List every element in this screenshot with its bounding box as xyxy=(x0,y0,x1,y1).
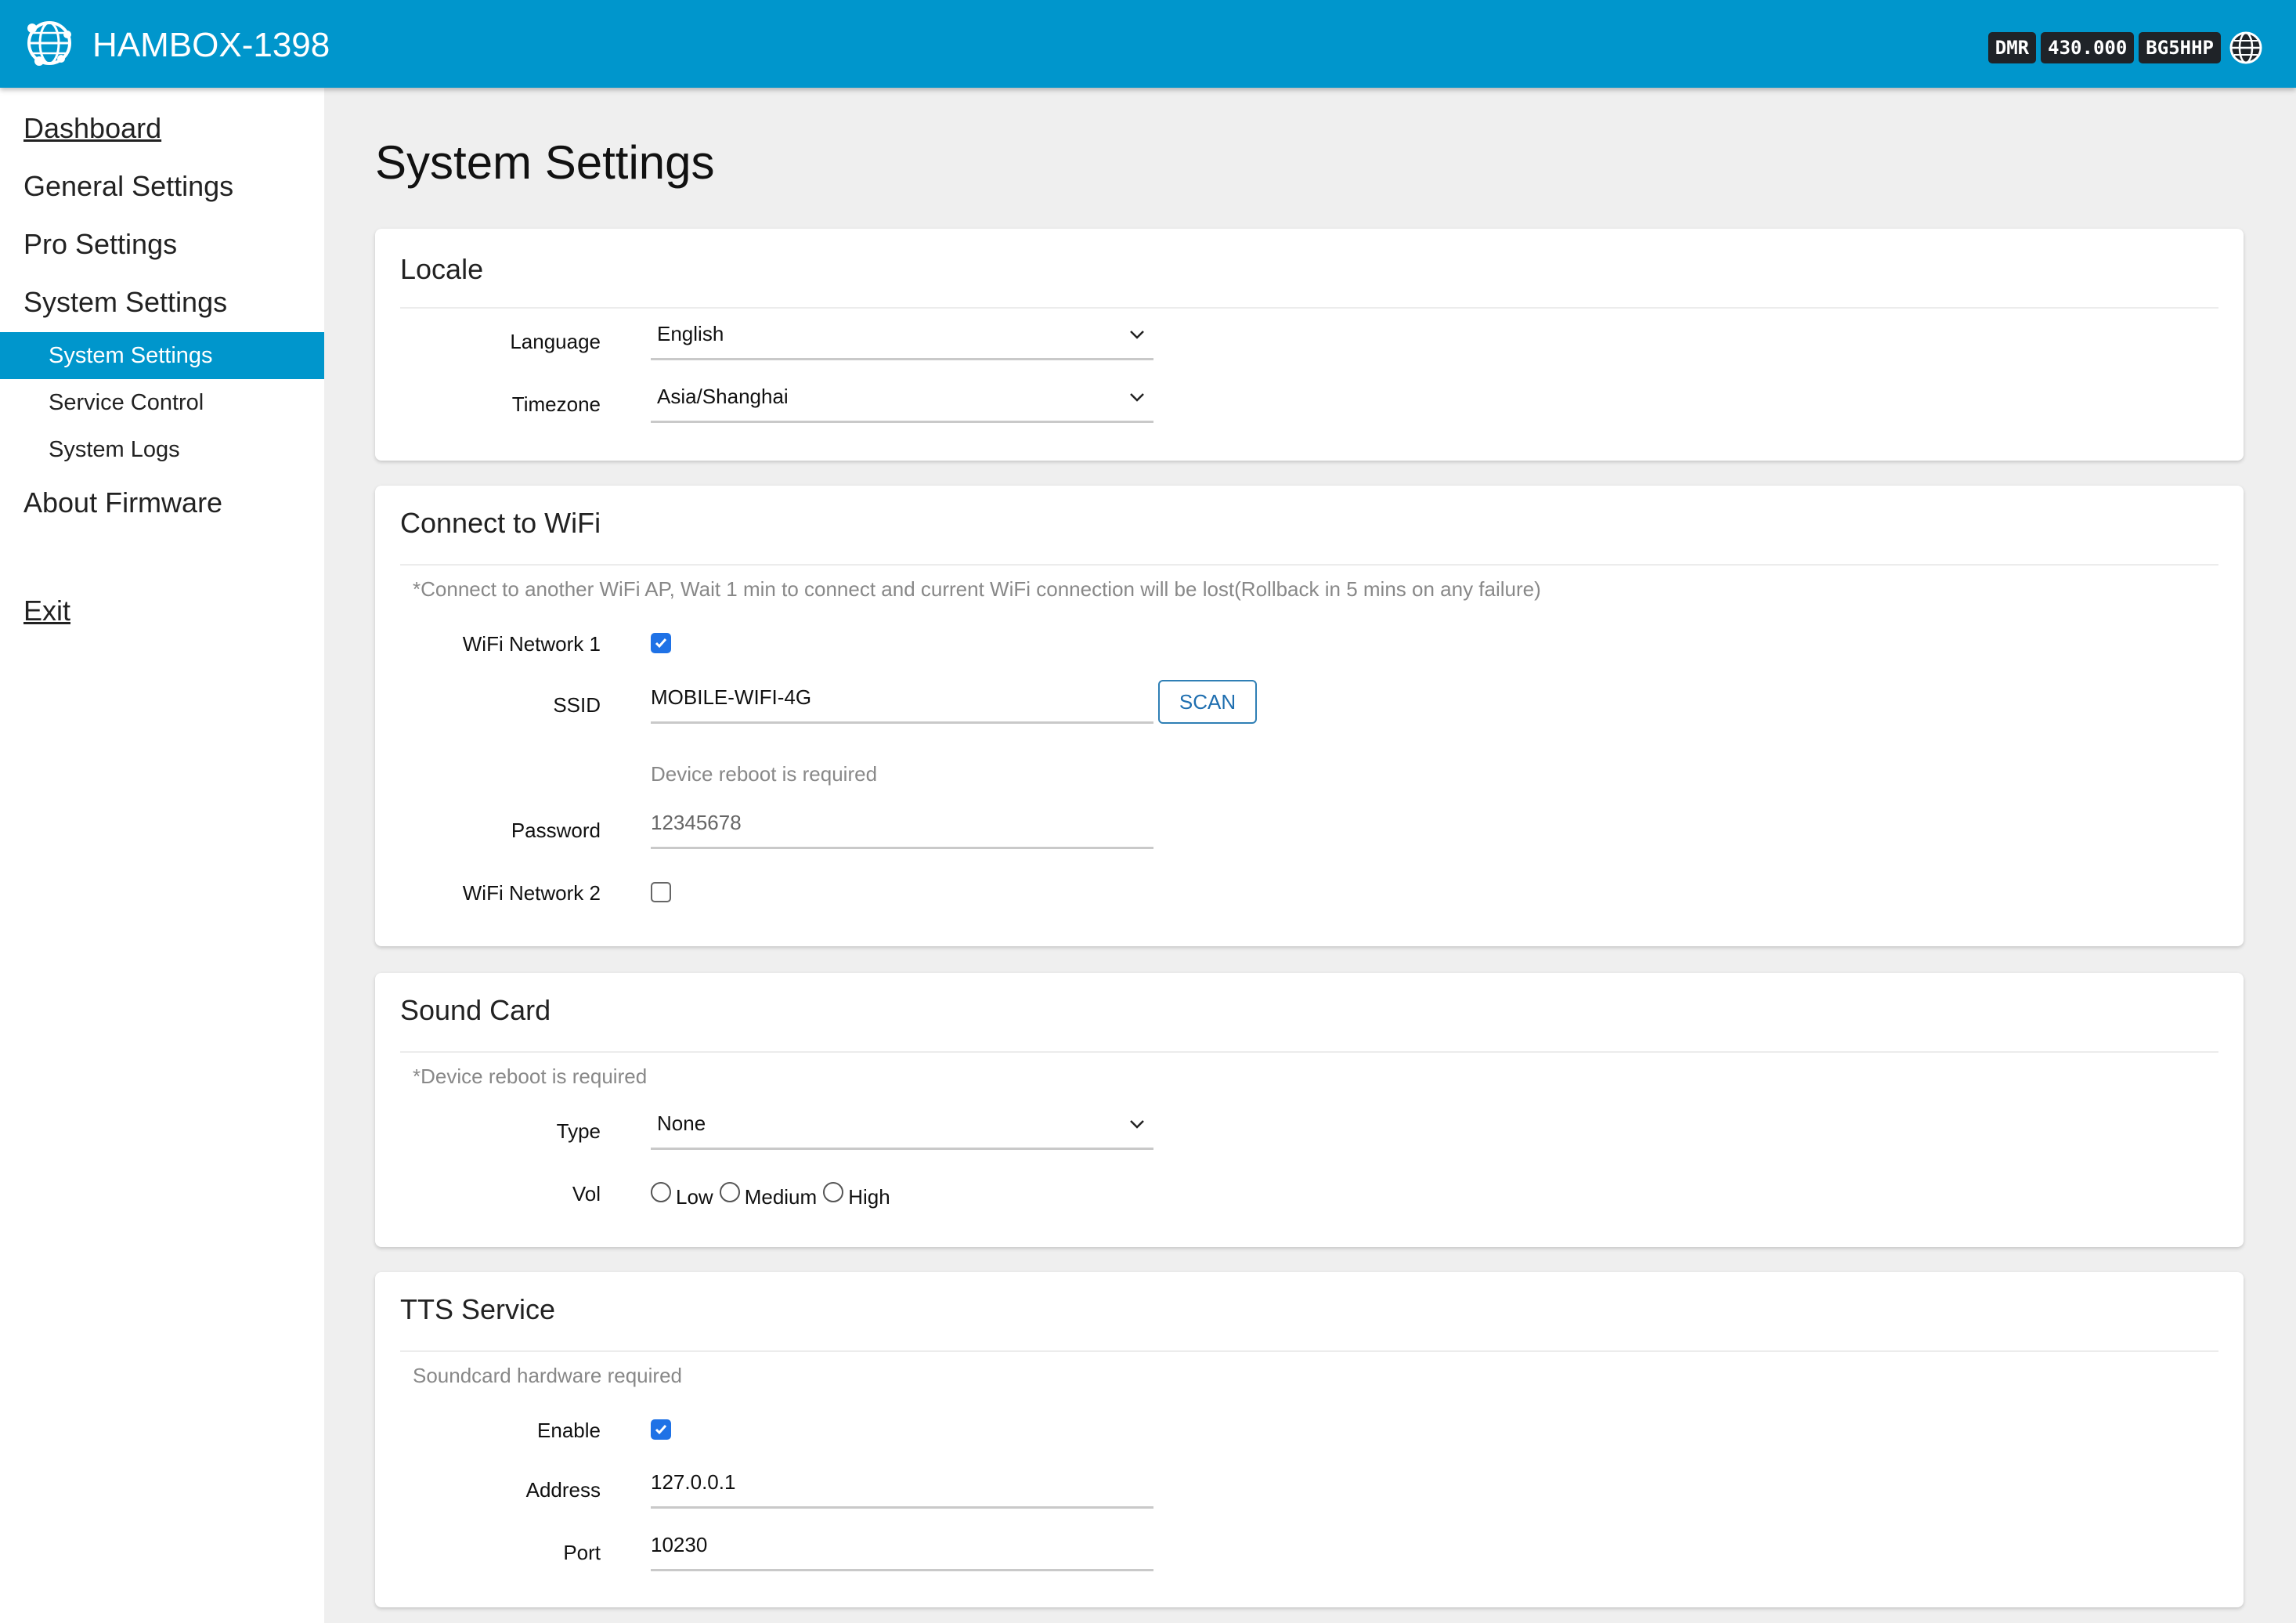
sidebar: Dashboard General Settings Pro Settings … xyxy=(0,88,324,1623)
wifi-network-1-label: WiFi Network 1 xyxy=(462,632,601,656)
chevron-down-icon xyxy=(1130,393,1144,402)
tts-card: TTS Service Soundcard hardware required … xyxy=(375,1272,2244,1607)
ssid-input[interactable]: MOBILE-WIFI-4G xyxy=(651,677,1153,724)
checkmark-icon xyxy=(655,1425,667,1435)
sidebar-item-exit[interactable]: Exit xyxy=(23,594,70,628)
port-label: Port xyxy=(563,1541,601,1564)
divider xyxy=(400,564,2218,566)
language-label: Language xyxy=(510,330,601,353)
top-header: HAMBOX-1398 DMR 430.000 BG5HHP xyxy=(0,0,2296,88)
divider xyxy=(400,1350,2218,1352)
wifi-network-1-checkbox[interactable] xyxy=(651,633,671,653)
vol-medium-label: Medium xyxy=(744,1184,818,1209)
mode-badge: DMR xyxy=(1987,32,2037,63)
type-label: Type xyxy=(556,1119,601,1143)
wifi-note: *Connect to another WiFi AP, Wait 1 min … xyxy=(413,577,1541,601)
wifi-network-2-checkbox[interactable] xyxy=(651,882,671,902)
divider xyxy=(400,1051,2218,1053)
port-value: 10230 xyxy=(651,1533,708,1556)
address-label: Address xyxy=(525,1478,601,1502)
chevron-down-icon xyxy=(1130,331,1144,339)
reboot-hint: Device reboot is required xyxy=(651,762,878,786)
vol-high-radio[interactable] xyxy=(823,1182,844,1202)
enable-label: Enable xyxy=(537,1419,601,1442)
password-label: Password xyxy=(511,819,601,842)
sound-card: Sound Card *Device reboot is required Ty… xyxy=(375,973,2244,1247)
password-value: 12345678 xyxy=(651,811,742,834)
card-title: Sound Card xyxy=(400,994,551,1026)
volume-radio-group: Low Medium High xyxy=(651,1178,897,1209)
chevron-down-icon xyxy=(1130,1120,1144,1129)
sidebar-item-about-firmware[interactable]: About Firmware xyxy=(23,486,222,520)
scan-button[interactable]: SCAN xyxy=(1158,680,1257,724)
page-title: System Settings xyxy=(375,136,715,189)
sidebar-subitem-system-settings[interactable]: System Settings xyxy=(0,332,324,379)
card-title: Locale xyxy=(400,253,484,285)
language-select[interactable]: English xyxy=(651,313,1153,360)
type-value: None xyxy=(657,1112,706,1135)
port-input[interactable]: 10230 xyxy=(651,1524,1153,1571)
checkmark-icon xyxy=(655,638,667,649)
timezone-value: Asia/Shanghai xyxy=(657,385,789,408)
globe-network-logo-icon xyxy=(27,21,71,66)
status-badges: DMR 430.000 BG5HHP xyxy=(1987,30,2263,66)
vol-medium-radio[interactable] xyxy=(719,1182,740,1202)
vol-low-label: Low xyxy=(676,1184,713,1209)
timezone-select[interactable]: Asia/Shanghai xyxy=(651,376,1153,423)
card-title: Connect to WiFi xyxy=(400,507,601,539)
ssid-value: MOBILE-WIFI-4G xyxy=(651,685,812,709)
sound-note: *Device reboot is required xyxy=(413,1065,648,1088)
tts-note: Soundcard hardware required xyxy=(413,1364,682,1387)
sidebar-subitem-service-control[interactable]: Service Control xyxy=(0,379,324,426)
wifi-network-2-label: WiFi Network 2 xyxy=(462,881,601,905)
password-input[interactable]: 12345678 xyxy=(651,802,1153,849)
ssid-label: SSID xyxy=(553,693,601,717)
wifi-card: Connect to WiFi *Connect to another WiFi… xyxy=(375,486,2244,946)
timezone-label: Timezone xyxy=(511,392,601,416)
address-value: 127.0.0.1 xyxy=(651,1470,736,1494)
vol-high-label: High xyxy=(848,1184,890,1209)
sidebar-subitem-system-logs[interactable]: System Logs xyxy=(0,426,324,473)
globe-icon xyxy=(2229,31,2262,64)
frequency-badge: 430.000 xyxy=(2041,32,2135,63)
language-value: English xyxy=(657,322,724,345)
vol-low-radio[interactable] xyxy=(651,1182,671,1202)
callsign-badge: BG5HHP xyxy=(2139,32,2221,63)
sidebar-item-dashboard[interactable]: Dashboard xyxy=(23,111,161,146)
sidebar-item-general-settings[interactable]: General Settings xyxy=(23,169,233,204)
sidebar-item-system-settings-group[interactable]: System Settings xyxy=(23,285,227,320)
card-title: TTS Service xyxy=(400,1293,556,1325)
app-title: HAMBOX-1398 xyxy=(92,26,330,64)
tts-enable-checkbox[interactable] xyxy=(651,1419,671,1440)
sidebar-item-pro-settings[interactable]: Pro Settings xyxy=(23,227,177,262)
locale-card: Locale Language English Timezone Asia/Sh… xyxy=(375,229,2244,461)
divider xyxy=(400,307,2218,309)
address-input[interactable]: 127.0.0.1 xyxy=(651,1462,1153,1509)
soundcard-type-select[interactable]: None xyxy=(651,1103,1153,1150)
vol-label: Vol xyxy=(572,1182,601,1206)
